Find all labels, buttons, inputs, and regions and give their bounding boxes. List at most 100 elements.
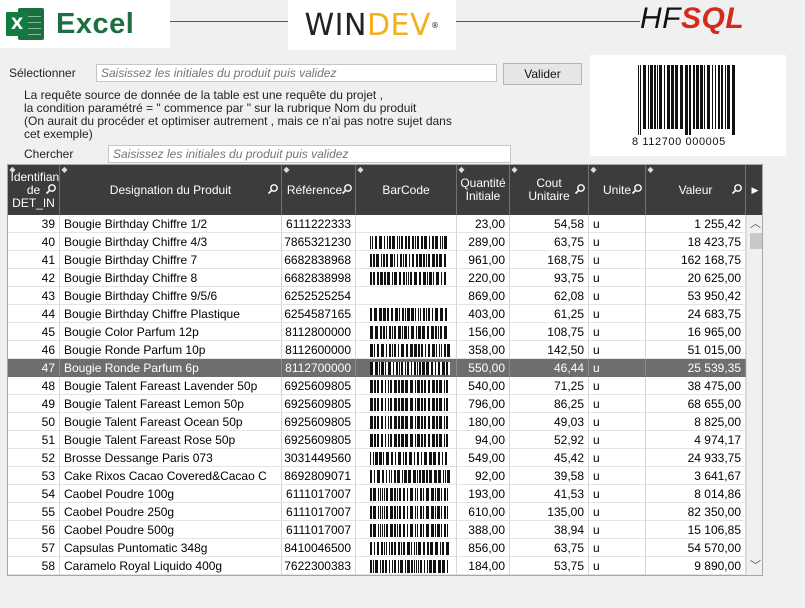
- column-header-barcode[interactable]: ◆ BarCode: [356, 165, 457, 215]
- table-row[interactable]: 42 Bougie Birthday Chiffre 8 6682838998 220…: [8, 269, 746, 287]
- search-icon[interactable]: [267, 183, 279, 195]
- search-icon[interactable]: [731, 183, 743, 195]
- cell-cost: 53,75: [510, 557, 589, 575]
- cell-barcode: [356, 287, 457, 305]
- cell-reference: 6925609805: [282, 431, 356, 449]
- barcode-icon: [370, 470, 450, 483]
- table-row[interactable]: 48 Bougie Talent Fareast Lavender 50p 6925…: [8, 377, 746, 395]
- table-row[interactable]: 43 Bougie Birthday Chiffre 9/5/6 625252525…: [8, 287, 746, 305]
- cell-value: 18 423,75: [646, 233, 746, 251]
- table-row[interactable]: 41 Bougie Birthday Chiffre 7 6682838968 961…: [8, 251, 746, 269]
- cell-value: 24 933,75: [646, 449, 746, 467]
- table-row[interactable]: 50 Bougie Talent Fareast Ocean 50p 6925609…: [8, 413, 746, 431]
- table-row[interactable]: 45 Bougie Color Parfum 12p 8112800000 156,0…: [8, 323, 746, 341]
- barcode-icon: [370, 398, 450, 411]
- cell-cost: 62,08: [510, 287, 589, 305]
- column-header-unit[interactable]: ◆ Unite: [589, 165, 646, 215]
- validate-button[interactable]: Valider: [503, 63, 582, 85]
- cell-unit: u: [589, 557, 646, 575]
- barcode-icon: [370, 560, 450, 573]
- column-header-value[interactable]: ◆ Valeur: [646, 165, 746, 215]
- cell-designation: Bougie Birthday Chiffre Plastique: [60, 305, 282, 323]
- table-row[interactable]: 58 Caramelo Royal Liquido 400g 7622300383 1…: [8, 557, 746, 575]
- cell-unit: u: [589, 467, 646, 485]
- cell-reference: 8112800000: [282, 323, 356, 341]
- table-row[interactable]: 57 Capsulas Puntomatic 348g 8410046500 856,…: [8, 539, 746, 557]
- search-icon[interactable]: [341, 183, 353, 195]
- table-row[interactable]: 44 Bougie Birthday Chiffre Plastique 62545…: [8, 305, 746, 323]
- cell-barcode: [356, 413, 457, 431]
- cell-id: 52: [8, 449, 60, 467]
- cell-id: 54: [8, 485, 60, 503]
- column-header-cost[interactable]: ◆ Cout Unitaire: [510, 165, 589, 215]
- column-header-designation[interactable]: ◆ Designation du Produit: [60, 165, 282, 215]
- table-row[interactable]: 51 Bougie Talent Fareast Rose 50p 69256098…: [8, 431, 746, 449]
- cell-unit: u: [589, 359, 646, 377]
- cell-cost: 39,58: [510, 467, 589, 485]
- cell-qty: 289,00: [457, 233, 510, 251]
- table-header: ◆ Identifiant de DET_IN ◆ Designation du P…: [8, 165, 762, 215]
- cell-cost: 168,75: [510, 251, 589, 269]
- scroll-columns-right-icon[interactable]: ▶: [746, 165, 762, 215]
- table-row[interactable]: 49 Bougie Talent Fareast Lemon 50p 6925609…: [8, 395, 746, 413]
- cell-unit: u: [589, 449, 646, 467]
- cell-designation: Bougie Birthday Chiffre 1/2: [60, 215, 282, 233]
- description-text: La requête source de donnée de la table …: [24, 88, 452, 141]
- barcode-icon: [370, 434, 450, 447]
- table-row[interactable]: 54 Caobel Poudre 100g 6111017007 193,00 41,5…: [8, 485, 746, 503]
- cell-value: 8 825,00: [646, 413, 746, 431]
- cell-reference: 6111017007: [282, 503, 356, 521]
- cell-cost: 61,25: [510, 305, 589, 323]
- table-row[interactable]: 47 Bougie Ronde Parfum 6p 8112700000 550,00…: [8, 359, 746, 377]
- chevron-down-icon[interactable]: ﹀: [747, 558, 762, 574]
- table-row[interactable]: 39 Bougie Birthday Chiffre 1/2 6111222333 2…: [8, 215, 746, 233]
- products-table[interactable]: ◆ Identifiant de DET_IN ◆ Designation du P…: [7, 164, 763, 576]
- table-row[interactable]: 55 Caobel Poudre 250g 6111017007 610,00 135,…: [8, 503, 746, 521]
- cell-value: 16 965,00: [646, 323, 746, 341]
- cell-value: 1 255,42: [646, 215, 746, 233]
- cell-designation: Caobel Poudre 500g: [60, 521, 282, 539]
- table-row[interactable]: 40 Bougie Birthday Chiffre 4/3 7865321230 2…: [8, 233, 746, 251]
- cell-id: 42: [8, 269, 60, 287]
- cell-unit: u: [589, 503, 646, 521]
- search-icon[interactable]: [631, 183, 643, 195]
- cell-designation: Caobel Poudre 100g: [60, 485, 282, 503]
- cell-reference: 6925609805: [282, 395, 356, 413]
- search-icon[interactable]: [45, 183, 57, 195]
- cell-barcode: [356, 557, 457, 575]
- cell-id: 51: [8, 431, 60, 449]
- vertical-scrollbar[interactable]: ︿ ﹀: [746, 215, 762, 575]
- cell-reference: 7865321230: [282, 233, 356, 251]
- cell-cost: 54,58: [510, 215, 589, 233]
- cell-barcode: [356, 341, 457, 359]
- cell-value: 8 014,86: [646, 485, 746, 503]
- table-row[interactable]: 52 Brosse Dessange Paris 073 3031449560 549…: [8, 449, 746, 467]
- cell-unit: u: [589, 323, 646, 341]
- cell-barcode: [356, 503, 457, 521]
- search-input[interactable]: [108, 145, 511, 163]
- scrollbar-thumb[interactable]: [750, 233, 762, 249]
- cell-barcode: [356, 269, 457, 287]
- column-header-qty[interactable]: ◆ Quantité Initiale: [457, 165, 510, 215]
- windev-logo: WIN DEV ®: [288, 0, 456, 50]
- column-header-reference[interactable]: ◆ Référence: [282, 165, 356, 215]
- cell-qty: 92,00: [457, 467, 510, 485]
- cell-barcode: [356, 251, 457, 269]
- table-row[interactable]: 53 Cake Rixos Cacao Covered&Cacao C 869280…: [8, 467, 746, 485]
- table-row[interactable]: 56 Caobel Poudre 500g 6111017007 388,00 38,9…: [8, 521, 746, 539]
- cell-barcode: [356, 305, 457, 323]
- chevron-up-icon[interactable]: ︿: [747, 216, 762, 232]
- select-input[interactable]: [96, 64, 497, 82]
- cell-reference: 8112700000: [282, 359, 356, 377]
- cell-reference: 8692809071: [282, 467, 356, 485]
- excel-logo-text: Excel: [56, 7, 135, 40]
- cell-cost: 49,03: [510, 413, 589, 431]
- search-icon[interactable]: [574, 183, 586, 195]
- cell-designation: Brosse Dessange Paris 073: [60, 449, 282, 467]
- cell-barcode: [356, 485, 457, 503]
- cell-reference: 6254587165: [282, 305, 356, 323]
- cell-designation: Bougie Talent Fareast Lavender 50p: [60, 377, 282, 395]
- column-header-id[interactable]: ◆ Identifiant de DET_IN: [8, 165, 60, 215]
- cell-designation: Bougie Talent Fareast Rose 50p: [60, 431, 282, 449]
- table-row[interactable]: 46 Bougie Ronde Parfum 10p 8112600000 358,0…: [8, 341, 746, 359]
